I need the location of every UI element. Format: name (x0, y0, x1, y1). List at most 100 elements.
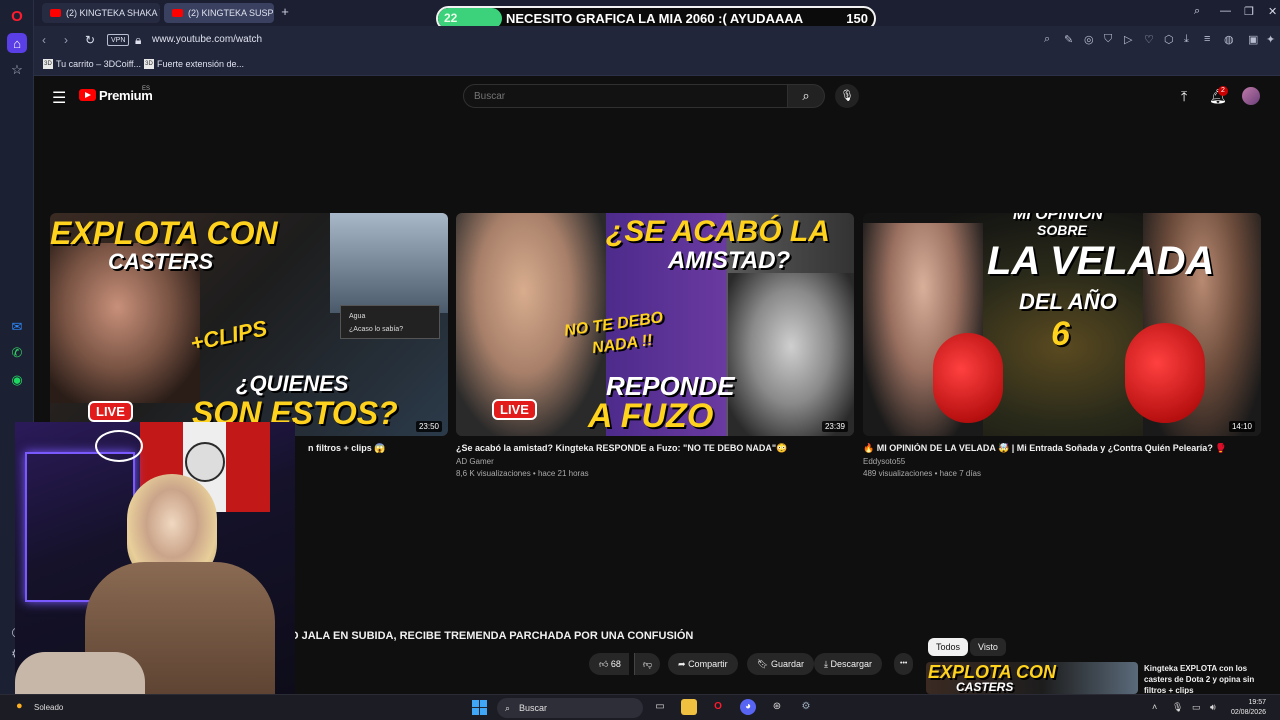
bookmark-item[interactable]: 3D Tu carrito – 3DCoiff... (43, 59, 141, 69)
lock-icon[interactable]: 🔒︎ (135, 33, 141, 48)
bookmark-item[interactable]: 3D Fuerte extensión de... (144, 59, 244, 69)
bookmarks-bar: 3D Tu carrito – 3DCoiff... 3D Fuerte ext… (34, 54, 1280, 76)
search-input[interactable] (463, 84, 788, 108)
shield-icon[interactable]: ⛉ (1104, 33, 1112, 46)
video-thumbnail[interactable]: ¿SE ACABÓ LA AMISTAD? NO TE DEBO NADA !!… (456, 213, 854, 436)
recommended-video-thumbnail[interactable]: EXPLOTA CON CASTERS (926, 662, 1138, 694)
new-tab-button[interactable]: + (278, 5, 292, 19)
taskbar-search[interactable]: ⌕ Buscar (497, 698, 643, 718)
home-icon[interactable]: ⌂ (7, 33, 27, 53)
chip-visto[interactable]: Visto (970, 638, 1006, 656)
save-button[interactable]: 🔖︎ Guardar (747, 653, 814, 675)
opera-taskbar-icon[interactable]: O (710, 699, 726, 715)
cube-icon[interactable]: ⬡ (1164, 33, 1174, 46)
close-window-icon[interactable]: ✕ (1268, 5, 1277, 18)
weather-sun-icon: ● (16, 700, 23, 712)
clock-time: 19:57 (1248, 699, 1266, 706)
recommended-video-title[interactable]: Kingteka EXPLOTA con los casters de Dota… (1144, 663, 1274, 696)
video-duration: 23:39 (821, 421, 848, 432)
volume-icon[interactable]: 🔊︎ (1210, 702, 1216, 713)
boxing-glove-image (933, 333, 1003, 423)
play-icon[interactable]: ▷ (1124, 33, 1132, 46)
file-explorer-icon[interactable] (681, 699, 697, 715)
caster-image (330, 213, 448, 313)
reload-icon[interactable]: ↻ (85, 33, 95, 47)
thumb-text: EXPLOTA CON (50, 215, 278, 251)
camera-icon[interactable]: ◎ (1084, 33, 1094, 46)
thumb-text: ¿SE ACABÓ LA (606, 215, 830, 248)
video-title[interactable]: 🔥 MI OPINIÓN DE LA VELADA 🤯 | Mi Entrada… (863, 443, 1261, 454)
thumb-text: A FUZO (588, 397, 714, 435)
restore-icon[interactable]: ❐ (1244, 5, 1254, 18)
back-icon[interactable]: ‹ (42, 33, 46, 47)
spotify-icon[interactable]: ◉ (7, 370, 27, 390)
video-card[interactable]: MI OPINIÓN SOBRE LA VELADA DEL AÑO 6 14:… (863, 213, 1261, 478)
upload-icon[interactable]: ⤒ (1181, 88, 1187, 105)
search-button[interactable]: ⌕ (788, 84, 825, 108)
dislike-button[interactable]: 👎︎ (634, 653, 661, 675)
share-label: Compartir (688, 659, 728, 669)
settings-app-icon[interactable]: ⚙ (798, 699, 814, 715)
minimize-icon[interactable]: — (1220, 5, 1231, 17)
windows-start-icon[interactable] (472, 700, 487, 715)
youtube-favicon-icon (50, 9, 61, 17)
flag-crest-image (185, 442, 225, 482)
task-view-icon[interactable]: ▭ (652, 699, 668, 715)
video-title[interactable]: ¿Se acabó la amistad? Kingteka RESPONDE … (456, 443, 854, 454)
thumb-text: CASTERS (956, 680, 1014, 694)
ai-icon[interactable]: ✦ (1266, 33, 1275, 46)
chevron-up-icon[interactable]: ˄ (1152, 702, 1157, 712)
live-badge: LIVE (88, 401, 133, 422)
search-tabs-icon[interactable]: ⌕ (1194, 5, 1200, 18)
url-field[interactable]: www.youtube.com/watch (152, 34, 262, 45)
app-icon[interactable]: ⊛ (769, 699, 785, 715)
youtube-logo-icon[interactable] (79, 89, 96, 101)
boxing-glove-image (1125, 323, 1205, 423)
network-icon[interactable]: ▭ (1192, 702, 1201, 713)
wallet-icon[interactable]: ▣ (1248, 33, 1258, 46)
whatsapp-icon[interactable]: ✆ (7, 343, 27, 363)
video-channel[interactable]: Eddysoto55 (863, 457, 905, 466)
video-thumbnail[interactable]: MI OPINIÓN SOBRE LA VELADA DEL AÑO 6 14:… (863, 213, 1261, 436)
star-icon[interactable]: ☆ (7, 60, 27, 80)
download-button[interactable]: ⤓ Descargar (814, 653, 883, 675)
search-icon: ⌕ (802, 88, 810, 103)
tab-label: (2) KINGTEKA SUSPENDE (188, 8, 274, 18)
download-icon[interactable]: ⤓ (1184, 33, 1189, 46)
edit-icon[interactable]: ✎ (1064, 33, 1073, 46)
thumb-text: +CLIPS (188, 315, 270, 356)
more-actions-button[interactable]: ••• (894, 653, 914, 675)
video-thumbnail[interactable]: Agua ¿Acaso lo sabía? EXPLOTA CON CASTER… (50, 213, 448, 436)
share-button[interactable]: ➦ Compartir (668, 653, 738, 675)
video-title[interactable]: n filtros + clips 😱 (308, 443, 448, 454)
weather-label[interactable]: Soleado (34, 703, 63, 712)
video-channel[interactable]: AD Gamer (456, 457, 494, 466)
vpn-badge[interactable]: VPN (107, 34, 130, 46)
thumb-text: AMISTAD? (668, 247, 791, 274)
download-arrow-icon: ⤓ (824, 659, 828, 669)
taskbar-clock[interactable]: 19:57 02/08/2026 (1231, 698, 1266, 718)
video-card[interactable]: ¿SE ACABÓ LA AMISTAD? NO TE DEBO NADA !!… (456, 213, 854, 478)
taskbar-search-label: Buscar (519, 703, 548, 713)
video-card[interactable]: Agua ¿Acaso lo sabía? EXPLOTA CON CASTER… (50, 213, 448, 453)
search-page-icon[interactable]: ⌕ (1044, 33, 1050, 46)
messenger-icon[interactable]: ✉ (7, 317, 27, 337)
voice-search-button[interactable]: 🎙︎ (835, 84, 859, 108)
forward-icon[interactable]: › (64, 33, 68, 47)
heart-icon[interactable]: ♡ (1144, 33, 1154, 46)
discord-icon[interactable]: ◕ (740, 699, 756, 715)
opera-logo-icon[interactable]: O (7, 6, 27, 26)
youtube-favicon-icon (172, 9, 183, 17)
chip-todos[interactable]: Todos (928, 638, 969, 656)
bookmark-icon: 🔖︎ (757, 659, 769, 669)
browser-tab-active[interactable]: (2) KINGTEKA SUSPENDE (164, 3, 274, 23)
thumbs-up-icon: 👍︎ (599, 659, 609, 669)
browser-tab[interactable]: (2) KINGTEKA SHAKA Y CR (42, 3, 160, 23)
menu-icon[interactable]: ≡ (1204, 33, 1210, 45)
mic-tray-icon[interactable]: 🎙︎ (1172, 702, 1183, 713)
options-popup: Agua ¿Acaso lo sabía? (340, 305, 440, 339)
hamburger-menu-icon[interactable]: ☰ (52, 88, 66, 108)
avatar[interactable] (1242, 87, 1260, 105)
like-button[interactable]: 👍︎ 68 (589, 653, 629, 675)
profile-icon[interactable]: ◍ (1224, 33, 1234, 46)
